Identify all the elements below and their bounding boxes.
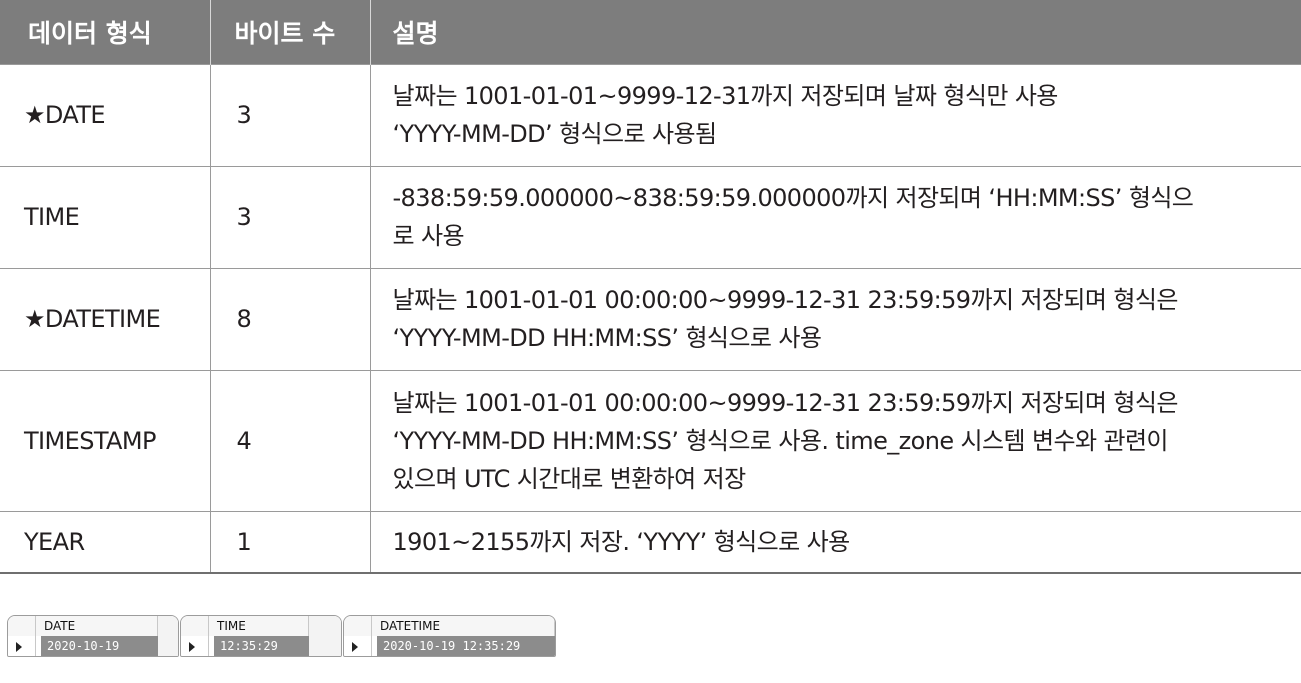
result-grid-date: DATE 2020-10-19 (7, 615, 179, 657)
type-cell: YEAR (0, 510, 210, 574)
grid-corner (181, 616, 209, 636)
grid-empty-area (309, 616, 341, 656)
grid-data-row[interactable]: 2020-10-19 12:35:29 (344, 636, 555, 656)
datetime-types-table: 데이터 형식 바이트 수 설명 ★DATE 3 날짜는 1001-01-01~9… (0, 0, 1301, 574)
description-line: 있으며 UTC 시간대로 변환하여 저장 (392, 464, 747, 493)
header-bytes: 바이트 수 (209, 0, 370, 64)
bytes-cell: 3 (209, 165, 370, 268)
row-pointer-arrow-icon (352, 642, 358, 652)
type-cell: TIME (0, 165, 210, 268)
description-line: 날짜는 1001-01-01 00:00:00~9999-12-31 23:59… (392, 286, 1179, 314)
row-pointer-arrow-icon (189, 642, 195, 652)
description-line: 1901~2155까지 저장. ‘YYYY’ 형식으로 사용 (392, 527, 851, 556)
description-cell: 날짜는 1001-01-01 00:00:00~9999-12-31 23:59… (369, 369, 1301, 511)
row-selector[interactable] (181, 636, 209, 656)
grid-header-row: DATETIME (344, 616, 555, 637)
grid-corner (344, 616, 372, 636)
row-selector[interactable] (344, 636, 372, 656)
table-row: TIME 3 -838:59:59.000000~838:59:59.00000… (0, 165, 1301, 268)
grid-column-header[interactable]: DATE (36, 616, 158, 636)
table-row: TIMESTAMP 4 날짜는 1001-01-01 00:00:00~9999… (0, 369, 1301, 511)
bytes-cell: 8 (209, 267, 370, 370)
header-data-type: 데이터 형식 (0, 0, 210, 64)
grid-cell-value[interactable]: 12:35:29 (214, 636, 309, 656)
description-line: 로 사용 (392, 222, 465, 250)
description-cell: 날짜는 1001-01-01 00:00:00~9999-12-31 23:59… (369, 267, 1301, 370)
table-header-row: 데이터 형식 바이트 수 설명 (0, 0, 1301, 64)
table-row: ★DATE 3 날짜는 1001-01-01~9999-12-31까지 저장되며… (0, 63, 1301, 166)
grid-empty-area (158, 616, 178, 656)
bytes-cell: 3 (209, 63, 370, 166)
row-pointer-arrow-icon (16, 642, 22, 652)
description-line: 날짜는 1001-01-01~9999-12-31까지 저장되며 날짜 형식만 … (392, 82, 1059, 110)
description-cell: 날짜는 1001-01-01~9999-12-31까지 저장되며 날짜 형식만 … (369, 63, 1301, 166)
grid-cell-value[interactable]: 2020-10-19 (41, 636, 158, 656)
grid-column-header[interactable]: TIME (209, 616, 309, 636)
grid-header-row: DATE (8, 616, 178, 637)
description-cell: -838:59:59.000000~838:59:59.000000까지 저장되… (369, 165, 1301, 268)
description-line: ‘YYYY-MM-DD’ 형식으로 사용됨 (392, 120, 718, 148)
table-row: YEAR 1 1901~2155까지 저장. ‘YYYY’ 형식으로 사용 (0, 510, 1301, 574)
bytes-cell: 4 (209, 369, 370, 511)
description-cell: 1901~2155까지 저장. ‘YYYY’ 형식으로 사용 (369, 510, 1301, 574)
type-cell: ★DATE (0, 63, 210, 166)
description-line: -838:59:59.000000~838:59:59.000000까지 저장되… (392, 184, 1194, 212)
header-description: 설명 (369, 0, 1301, 64)
grid-cell-value[interactable]: 2020-10-19 12:35:29 (377, 636, 555, 656)
result-grid-time: TIME 12:35:29 (180, 615, 342, 657)
type-cell: ★DATETIME (0, 267, 210, 370)
grid-corner (8, 616, 36, 636)
row-selector[interactable] (8, 636, 36, 656)
result-grid-datetime: DATETIME 2020-10-19 12:35:29 (343, 615, 556, 657)
description-line: ‘YYYY-MM-DD HH:MM:SS’ 형식으로 사용. time_zone… (392, 426, 1169, 455)
table-row: ★DATETIME 8 날짜는 1001-01-01 00:00:00~9999… (0, 267, 1301, 370)
description-line: 날짜는 1001-01-01 00:00:00~9999-12-31 23:59… (392, 388, 1179, 417)
description-line: ‘YYYY-MM-DD HH:MM:SS’ 형식으로 사용 (392, 324, 822, 352)
bytes-cell: 1 (209, 510, 370, 574)
grid-data-row[interactable]: 2020-10-19 (8, 636, 178, 656)
type-cell: TIMESTAMP (0, 369, 210, 511)
grid-column-header[interactable]: DATETIME (372, 616, 555, 636)
